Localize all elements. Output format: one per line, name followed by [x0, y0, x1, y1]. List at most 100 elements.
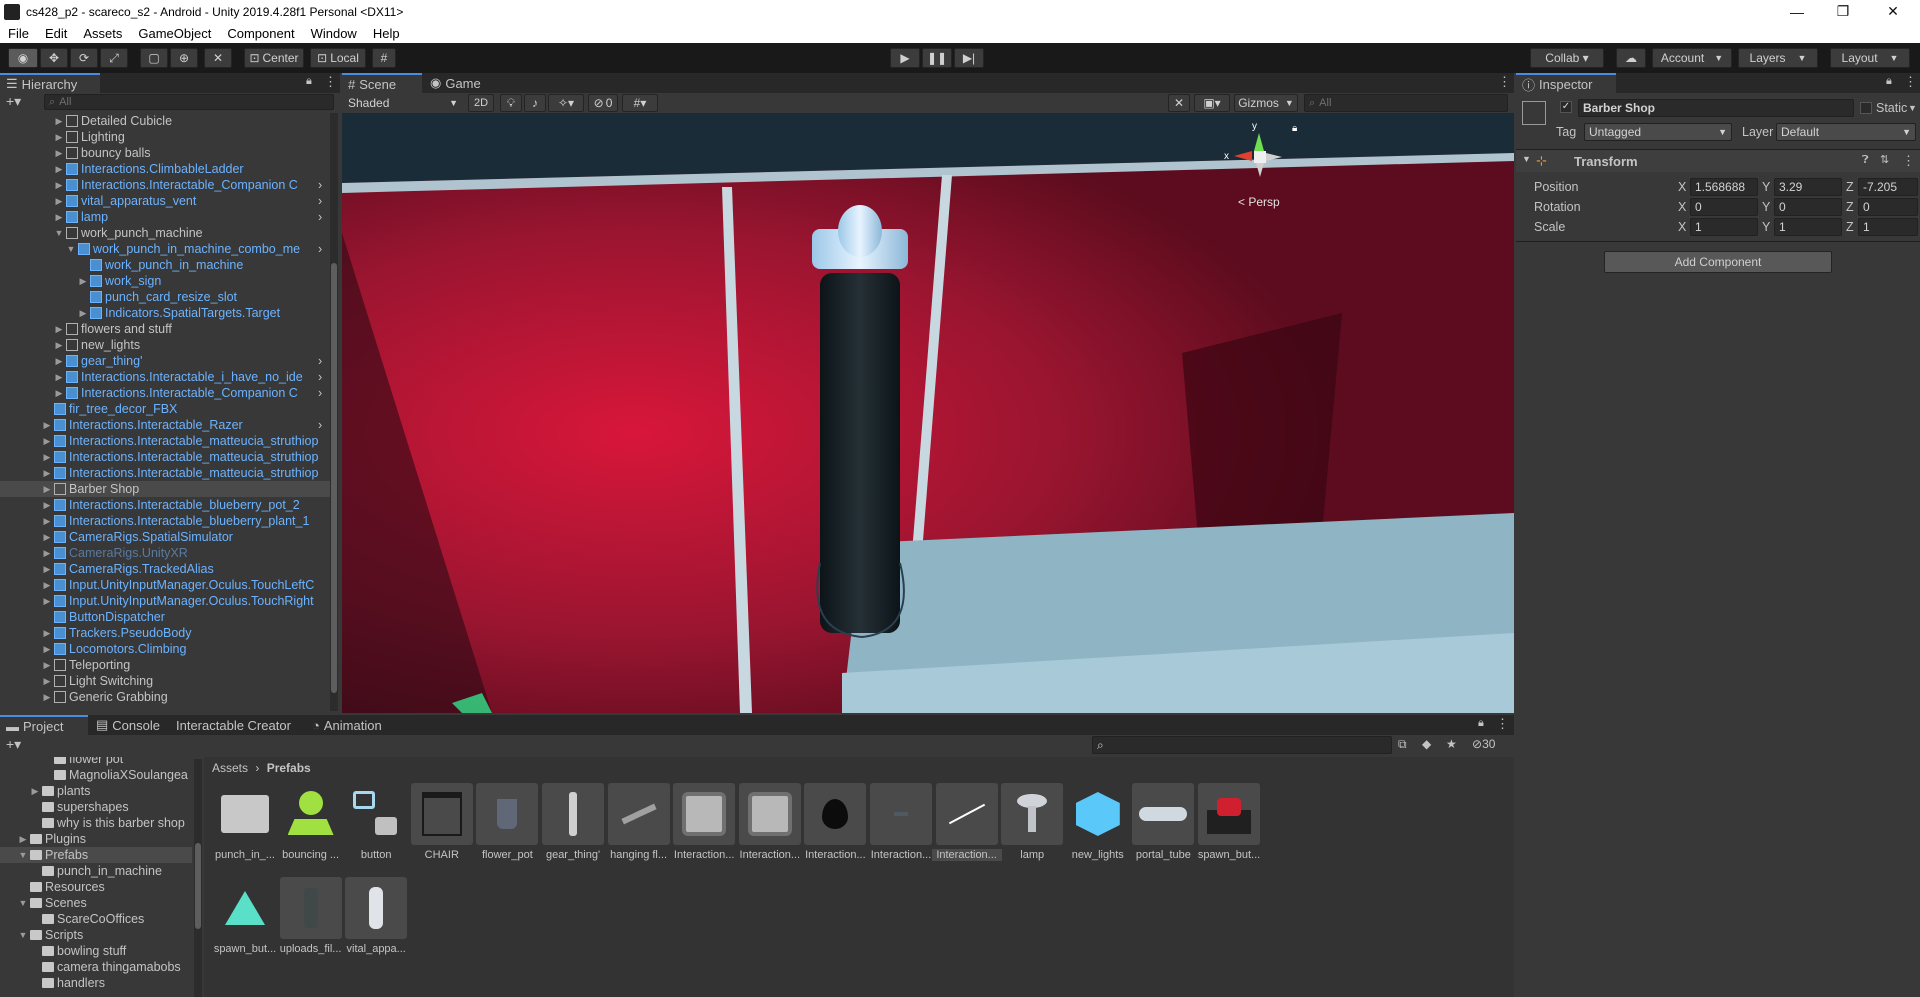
breadcrumb-prefabs[interactable]: Prefabs: [267, 761, 311, 775]
menu-edit[interactable]: Edit: [37, 26, 75, 41]
layout-dropdown[interactable]: Layout ▼: [1830, 48, 1910, 68]
tab-inspector[interactable]: ⓘ Inspector: [1516, 73, 1616, 93]
menu-assets[interactable]: Assets: [75, 26, 130, 41]
collapsed-arrow-icon[interactable]: ▶: [42, 660, 52, 671]
hierarchy-item[interactable]: ▼ work_punch_in_machine_combo_me ›: [0, 241, 330, 257]
hierarchy-item[interactable]: ▶ Input.UnityInputManager.Oculus.TouchLef…: [0, 577, 330, 593]
tag-dropdown[interactable]: Untagged ▼: [1584, 123, 1732, 141]
collapsed-arrow-icon[interactable]: ▶: [42, 548, 52, 559]
transform-tool-button[interactable]: ⊕: [170, 48, 198, 68]
menu-help[interactable]: Help: [365, 26, 408, 41]
active-checkbox[interactable]: ✓: [1560, 101, 1572, 113]
open-prefab-arrow-icon[interactable]: ›: [318, 194, 322, 208]
collapsed-arrow-icon[interactable]: ▶: [54, 388, 64, 399]
folder-tree-item[interactable]: ▼ Prefabs: [0, 847, 192, 863]
static-checkbox[interactable]: [1860, 102, 1872, 114]
collapsed-arrow-icon[interactable]: ▶: [42, 500, 52, 511]
hierarchy-item[interactable]: ▶ Lighting: [0, 129, 330, 145]
collapsed-arrow-icon[interactable]: ▶: [42, 420, 52, 431]
open-prefab-arrow-icon[interactable]: ›: [318, 242, 322, 256]
hierarchy-scrollbar[interactable]: [330, 113, 338, 711]
menu-window[interactable]: Window: [303, 26, 365, 41]
folder-tree-item[interactable]: ▼ Scripts: [0, 927, 192, 943]
folder-tree-item[interactable]: flower pot: [0, 757, 192, 767]
hierarchy-item[interactable]: ▶ Barber Shop: [0, 481, 330, 497]
menu-gameobject[interactable]: GameObject: [130, 26, 219, 41]
collapsed-arrow-icon[interactable]: ▶: [54, 356, 64, 367]
rotation-x-field[interactable]: 0: [1690, 198, 1758, 216]
collapsed-arrow-icon[interactable]: ▶: [42, 644, 52, 655]
hierarchy-item[interactable]: punch_card_resize_slot: [0, 289, 330, 305]
breadcrumb-assets[interactable]: Assets: [212, 761, 248, 775]
hierarchy-item[interactable]: work_punch_in_machine: [0, 257, 330, 273]
open-prefab-arrow-icon[interactable]: ›: [318, 370, 322, 384]
hierarchy-item[interactable]: ▶ Generic Grabbing: [0, 689, 330, 705]
asset-item[interactable]: Interaction...: [866, 783, 936, 861]
gizmo-center-cube[interactable]: [1254, 151, 1266, 163]
menu-file[interactable]: File: [0, 26, 37, 41]
scale-z-field[interactable]: 1: [1858, 218, 1918, 236]
kebab-menu-icon[interactable]: ⋮: [324, 74, 337, 90]
asset-item[interactable]: Interaction...: [669, 783, 739, 861]
hierarchy-item[interactable]: ▶ gear_thing' ›: [0, 353, 330, 369]
object-name-field[interactable]: Barber Shop: [1578, 99, 1854, 117]
hierarchy-item[interactable]: ▶ lamp ›: [0, 209, 330, 225]
tab-game[interactable]: ◉ Game: [424, 73, 494, 93]
hierarchy-item[interactable]: ▶ Interactions.ClimbableLadder: [0, 161, 330, 177]
collapsed-arrow-icon[interactable]: ▶: [42, 564, 52, 575]
chevron-down-icon[interactable]: ▼: [1908, 103, 1917, 113]
hierarchy-item[interactable]: ▶ Teleporting: [0, 657, 330, 673]
open-prefab-arrow-icon[interactable]: ›: [318, 354, 322, 368]
open-prefab-arrow-icon[interactable]: ›: [318, 418, 322, 432]
collapsed-arrow-icon[interactable]: ▶: [54, 132, 64, 143]
rotation-z-field[interactable]: 0: [1858, 198, 1918, 216]
hierarchy-item[interactable]: ▶ Interactions.Interactable_matteucia_str…: [0, 433, 330, 449]
folder-tree-item[interactable]: handlers: [0, 975, 192, 991]
hierarchy-item[interactable]: ▶ Detailed Cubicle: [0, 113, 330, 129]
create-asset-button[interactable]: +▾: [6, 736, 21, 753]
help-icon[interactable]: ❓︎: [1862, 154, 1869, 167]
pause-button[interactable]: ❚❚: [922, 48, 952, 68]
position-z-field[interactable]: -7.205: [1858, 178, 1918, 196]
gizmos-dropdown[interactable]: Gizmos ▼: [1234, 94, 1298, 112]
play-button[interactable]: ▶: [890, 48, 920, 68]
lock-icon[interactable]: 🔒︎: [1886, 75, 1892, 88]
asset-item[interactable]: bouncing ...: [276, 783, 346, 861]
collapsed-arrow-icon[interactable]: ▶: [54, 196, 64, 207]
pivot-center-button[interactable]: ⊡ Center: [244, 48, 304, 68]
collapsed-arrow-icon[interactable]: ▶: [42, 692, 52, 703]
asset-item[interactable]: portal_tube: [1128, 783, 1198, 861]
asset-item[interactable]: uploads_fil...: [276, 877, 346, 955]
folder-tree-item[interactable]: why is this barber shop: [0, 815, 192, 831]
hierarchy-item[interactable]: ▶ flowers and stuff: [0, 321, 330, 337]
hierarchy-search-input[interactable]: ⌕ All: [44, 94, 334, 110]
filter-type-icon[interactable]: ⧉: [1398, 737, 1407, 752]
shading-dropdown[interactable]: Shaded ▼: [344, 94, 462, 112]
move-tool-button[interactable]: ✥: [40, 48, 68, 68]
asset-item[interactable]: flower_pot: [472, 783, 542, 861]
grid-dropdown[interactable]: #▾: [622, 94, 658, 112]
collapsed-arrow-icon[interactable]: ▶: [42, 580, 52, 591]
expanded-arrow-icon[interactable]: ▼: [18, 930, 28, 940]
folder-tree-item[interactable]: Resources: [0, 879, 192, 895]
close-button[interactable]: ✕: [1870, 0, 1916, 23]
folder-tree-item[interactable]: ScareCoOffices: [0, 911, 192, 927]
expanded-arrow-icon[interactable]: ▼: [18, 850, 28, 860]
collapsed-arrow-icon[interactable]: ▶: [54, 148, 64, 159]
step-button[interactable]: ▶|: [954, 48, 984, 68]
filter-label-icon[interactable]: ◆: [1422, 737, 1431, 751]
hierarchy-item[interactable]: ▶ Light Switching: [0, 673, 330, 689]
asset-item[interactable]: punch_in_...: [210, 783, 280, 861]
hierarchy-item[interactable]: fir_tree_decor_FBX: [0, 401, 330, 417]
collapsed-arrow-icon[interactable]: ▶: [42, 484, 52, 495]
camera-dropdown[interactable]: ▣▾: [1194, 94, 1230, 112]
expanded-arrow-icon[interactable]: ▼: [18, 898, 28, 908]
hierarchy-item[interactable]: ▶ Interactions.Interactable_i_have_no_ide…: [0, 369, 330, 385]
add-object-button[interactable]: +▾: [6, 93, 21, 110]
audio-toggle[interactable]: ♪: [524, 94, 546, 112]
hierarchy-item[interactable]: ▶ Interactions.Interactable_matteucia_str…: [0, 449, 330, 465]
tools-toggle[interactable]: ✕: [1168, 94, 1190, 112]
collapsed-arrow-icon[interactable]: ▶: [42, 628, 52, 639]
account-dropdown[interactable]: Account ▼: [1652, 48, 1732, 68]
hierarchy-item[interactable]: ▶ Indicators.SpatialTargets.Target: [0, 305, 330, 321]
